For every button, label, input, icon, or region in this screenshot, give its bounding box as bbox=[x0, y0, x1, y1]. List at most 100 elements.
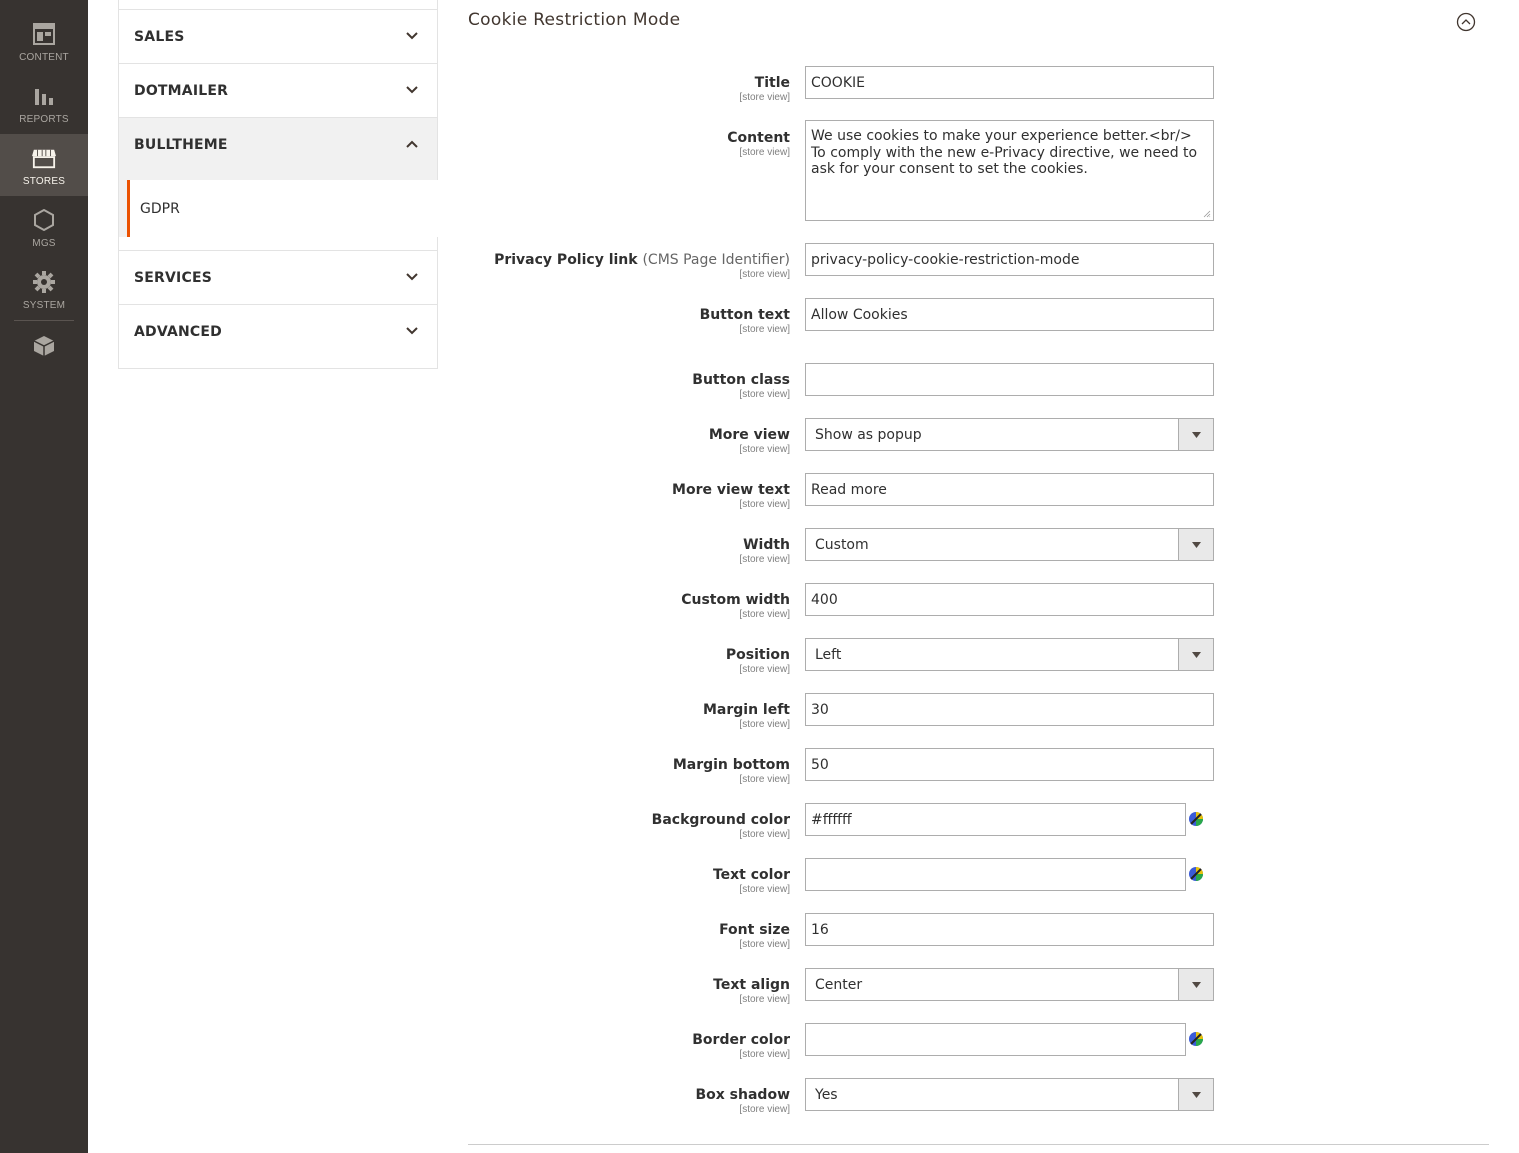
dropdown-arrow-icon[interactable] bbox=[1178, 969, 1213, 1000]
select-value: Custom bbox=[815, 536, 869, 553]
text-color-input[interactable] bbox=[805, 858, 1186, 891]
menu-item-label: CONTENT bbox=[19, 52, 69, 63]
field-label: Background color bbox=[651, 812, 790, 828]
scope-label: [store view] bbox=[739, 609, 790, 620]
button-text-input[interactable]: Allow Cookies bbox=[805, 298, 1214, 331]
scope-label: [store view] bbox=[739, 554, 790, 565]
field-label: Title bbox=[754, 75, 790, 91]
custom-width-input[interactable]: 400 bbox=[805, 583, 1214, 616]
tab-title: ADVANCED bbox=[134, 323, 222, 340]
chevron-up-icon bbox=[406, 140, 418, 148]
color-picker-icon[interactable] bbox=[1187, 865, 1205, 883]
background-color-input[interactable]: #ffffff bbox=[805, 803, 1186, 836]
position-select[interactable]: Left bbox=[805, 638, 1214, 671]
field-label: Width bbox=[743, 537, 790, 553]
color-picker-icon[interactable] bbox=[1187, 810, 1205, 828]
border-color-input[interactable] bbox=[805, 1023, 1186, 1056]
section-title[interactable]: Cookie Restriction Mode bbox=[468, 10, 680, 30]
tab-title: SERVICES bbox=[134, 269, 212, 286]
more-view-select[interactable]: Show as popup bbox=[805, 418, 1214, 451]
color-picker-icon[interactable] bbox=[1187, 1030, 1205, 1048]
title-input[interactable]: COOKIE bbox=[805, 66, 1214, 99]
tab-item-gdpr[interactable]: GDPR bbox=[127, 180, 440, 237]
menu-item-system[interactable]: SYSTEM bbox=[0, 258, 88, 320]
field-label: Margin bottom bbox=[672, 757, 790, 773]
scope-label: [store view] bbox=[739, 664, 790, 675]
tab-title: DOTMAILER bbox=[134, 82, 229, 99]
width-select[interactable]: Custom bbox=[805, 528, 1214, 561]
tab-item-label: GDPR bbox=[140, 200, 180, 217]
field-label: More view bbox=[708, 427, 790, 443]
menu-item-mgs[interactable]: MGS bbox=[0, 196, 88, 258]
tab-advanced[interactable]: ADVANCED bbox=[119, 304, 437, 358]
tab-title: BULLTHEME bbox=[134, 136, 228, 153]
scope-label: [store view] bbox=[739, 1104, 790, 1115]
field-label: Text color bbox=[712, 867, 790, 883]
box-shadow-select[interactable]: Yes bbox=[805, 1078, 1214, 1111]
tab-title: SALES bbox=[134, 28, 185, 45]
section-divider bbox=[468, 1144, 1489, 1145]
chevron-down-icon bbox=[406, 86, 418, 94]
tab-bulltheme[interactable]: BULLTHEME bbox=[119, 117, 437, 171]
menu-item-stores[interactable]: STORES bbox=[0, 134, 88, 196]
reports-icon bbox=[32, 84, 56, 108]
font-size-input[interactable]: 16 bbox=[805, 913, 1214, 946]
tab-dotmailer[interactable]: DOTMAILER bbox=[119, 63, 437, 117]
chevron-down-icon bbox=[406, 327, 418, 335]
hexagon-icon bbox=[32, 208, 56, 232]
chevron-down-icon bbox=[406, 273, 418, 281]
dropdown-arrow-icon[interactable] bbox=[1178, 1079, 1213, 1110]
scope-label: [store view] bbox=[739, 92, 790, 103]
content-text: We use cookies to make your experience b… bbox=[811, 128, 1198, 177]
privacy-policy-input[interactable]: privacy-policy-cookie-restriction-mode bbox=[805, 243, 1214, 276]
menu-item-extensions[interactable] bbox=[0, 322, 88, 384]
scope-label: [store view] bbox=[739, 324, 790, 335]
dropdown-arrow-icon[interactable] bbox=[1178, 529, 1213, 560]
admin-menu: CONTENT REPORTS STORES MGS SYSTEM bbox=[0, 0, 88, 1153]
field-label: Font size bbox=[719, 922, 790, 938]
select-value: Show as popup bbox=[815, 426, 922, 443]
menu-item-label: STORES bbox=[22, 176, 66, 187]
resize-handle-icon[interactable] bbox=[1203, 210, 1211, 218]
field-label: Border color bbox=[692, 1032, 790, 1048]
scope-label: [store view] bbox=[739, 147, 790, 158]
field-label: Content bbox=[727, 130, 790, 146]
scope-label: [store view] bbox=[739, 269, 790, 280]
tab-bulltheme-items: GDPR bbox=[119, 171, 440, 237]
select-value: Yes bbox=[815, 1086, 838, 1103]
menu-item-content[interactable]: CONTENT bbox=[0, 10, 88, 72]
field-label: Button class bbox=[692, 372, 790, 388]
margin-left-input[interactable]: 30 bbox=[805, 693, 1214, 726]
scope-label: [store view] bbox=[739, 774, 790, 785]
scope-label: [store view] bbox=[739, 829, 790, 840]
gear-icon bbox=[32, 270, 56, 294]
cube-icon bbox=[32, 334, 56, 358]
scope-label: [store view] bbox=[739, 939, 790, 950]
select-value: Left bbox=[815, 646, 842, 663]
button-class-input[interactable] bbox=[805, 363, 1214, 396]
dropdown-arrow-icon[interactable] bbox=[1178, 639, 1213, 670]
config-tabs: SALES DOTMAILER BULLTHEME GDPR SERVICES … bbox=[118, 0, 440, 369]
field-note: (CMS Page Identifier) bbox=[642, 252, 790, 268]
collapse-icon[interactable] bbox=[1456, 12, 1476, 32]
field-label: Margin left bbox=[702, 702, 790, 718]
margin-bottom-input[interactable]: 50 bbox=[805, 748, 1214, 781]
text-align-select[interactable]: Center bbox=[805, 968, 1214, 1001]
field-label: Privacy Policy link bbox=[494, 252, 638, 268]
dropdown-arrow-icon[interactable] bbox=[1178, 419, 1213, 450]
scope-label: [store view] bbox=[739, 389, 790, 400]
menu-item-reports[interactable]: REPORTS bbox=[0, 72, 88, 134]
content-textarea[interactable]: We use cookies to make your experience b… bbox=[805, 120, 1214, 221]
menu-item-label: REPORTS bbox=[19, 114, 69, 125]
field-label: Text align bbox=[713, 977, 790, 993]
tab-sales[interactable]: SALES bbox=[119, 9, 437, 63]
stores-icon bbox=[32, 146, 56, 170]
content-icon bbox=[32, 22, 56, 46]
menu-divider bbox=[14, 320, 74, 321]
scope-label: [store view] bbox=[739, 719, 790, 730]
field-label: Position bbox=[725, 647, 790, 663]
tab-services[interactable]: SERVICES bbox=[119, 250, 437, 304]
field-label: Custom width bbox=[681, 592, 790, 608]
more-view-text-input[interactable]: Read more bbox=[805, 473, 1214, 506]
field-label: Button text bbox=[699, 307, 790, 323]
